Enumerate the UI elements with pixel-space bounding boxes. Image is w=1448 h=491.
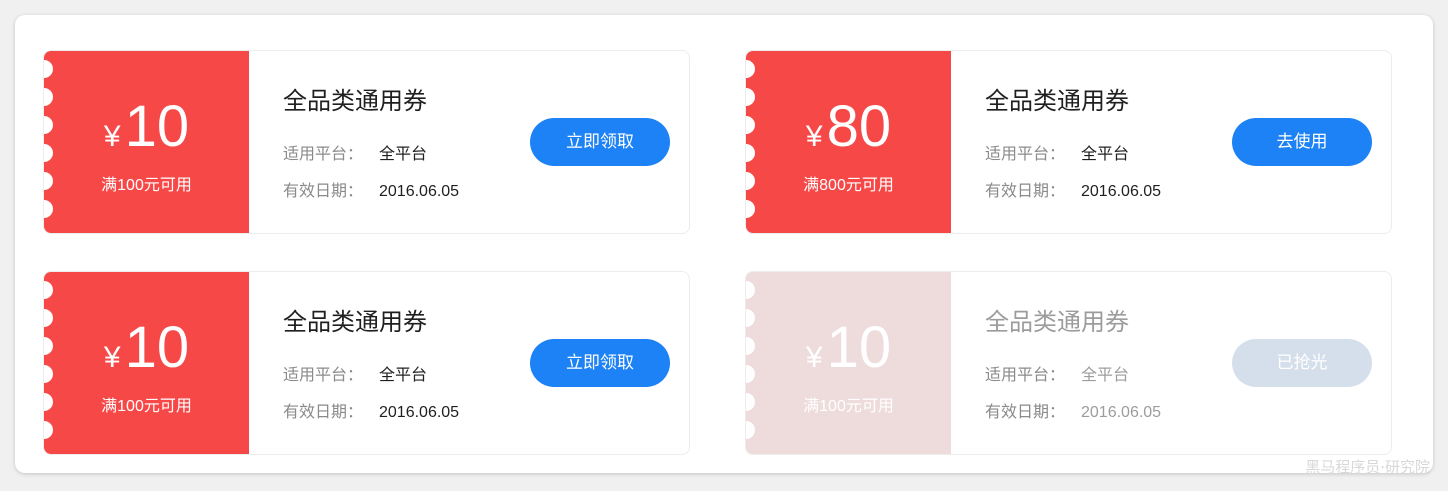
platform-label: 适用平台： bbox=[283, 367, 364, 384]
use-button[interactable]: 去使用 bbox=[1232, 118, 1372, 166]
expiry-row: 有效日期： 2016.06.05 bbox=[985, 398, 1161, 422]
platform-value: 全平台 bbox=[379, 367, 428, 384]
coupon-title: 全品类通用券 bbox=[283, 309, 427, 336]
usage-condition: 满100元可用 bbox=[101, 177, 192, 194]
usage-condition: 满800元可用 bbox=[803, 177, 894, 194]
usage-condition: 满100元可用 bbox=[101, 398, 192, 415]
perforation-notch bbox=[746, 421, 755, 439]
claim-button[interactable]: 立即领取 bbox=[530, 339, 670, 387]
perforation-notch bbox=[44, 60, 53, 78]
currency-symbol: ¥ bbox=[103, 120, 121, 153]
expiry-label: 有效日期： bbox=[283, 183, 364, 200]
coupon-title: 全品类通用券 bbox=[985, 88, 1129, 115]
expiry-value: 2016.06.05 bbox=[1081, 183, 1162, 200]
perforation-notch bbox=[746, 281, 755, 299]
amount-value: 10 bbox=[124, 315, 190, 380]
perforation-notch bbox=[44, 200, 53, 218]
sold-out-button: 已抢光 bbox=[1232, 339, 1372, 387]
platform-row: 适用平台： 全平台 bbox=[283, 361, 427, 385]
coupon-amount: ¥ 10 bbox=[44, 95, 249, 159]
platform-row: 适用平台： 全平台 bbox=[985, 361, 1129, 385]
coupon-title: 全品类通用券 bbox=[985, 309, 1129, 336]
coupon-stub: ¥ 80 满800元可用 bbox=[746, 51, 951, 233]
amount-value: 10 bbox=[124, 94, 190, 159]
coupon-card-sold-out: ¥ 10 满100元可用 全品类通用券 适用平台： 全平台 有效日期： 2016.0… bbox=[745, 271, 1392, 455]
platform-label: 适用平台： bbox=[283, 146, 364, 163]
amount-value: 10 bbox=[826, 315, 892, 380]
platform-value: 全平台 bbox=[1081, 367, 1130, 384]
coupon-amount: ¥ 10 bbox=[44, 316, 249, 380]
claim-button[interactable]: 立即领取 bbox=[530, 118, 670, 166]
watermark: 黑马程序员·研究院 bbox=[1305, 458, 1430, 476]
expiry-value: 2016.06.05 bbox=[1081, 404, 1162, 421]
currency-symbol: ¥ bbox=[103, 341, 121, 374]
expiry-row: 有效日期： 2016.06.05 bbox=[283, 398, 459, 422]
coupon-card: ¥ 10 满100元可用 全品类通用券 适用平台： 全平台 有效日期： 2016.0… bbox=[43, 50, 690, 234]
coupon-stub: ¥ 10 满100元可用 bbox=[44, 272, 249, 454]
perforation-notch bbox=[746, 60, 755, 78]
coupon-card: ¥ 10 满100元可用 全品类通用券 适用平台： 全平台 有效日期： 2016.0… bbox=[43, 271, 690, 455]
perforation-notch bbox=[44, 421, 53, 439]
expiry-value: 2016.06.05 bbox=[379, 183, 460, 200]
expiry-row: 有效日期： 2016.06.05 bbox=[985, 177, 1161, 201]
expiry-value: 2016.06.05 bbox=[379, 404, 460, 421]
expiry-row: 有效日期： 2016.06.05 bbox=[283, 177, 459, 201]
platform-row: 适用平台： 全平台 bbox=[985, 140, 1129, 164]
currency-symbol: ¥ bbox=[805, 120, 823, 153]
coupon-card: ¥ 80 满800元可用 全品类通用券 适用平台： 全平台 有效日期： 2016.0… bbox=[745, 50, 1392, 234]
perforation-notch bbox=[44, 281, 53, 299]
expiry-label: 有效日期： bbox=[283, 404, 364, 421]
coupon-stub: ¥ 10 满100元可用 bbox=[44, 51, 249, 233]
expiry-label: 有效日期： bbox=[985, 183, 1066, 200]
coupon-title: 全品类通用券 bbox=[283, 88, 427, 115]
usage-condition: 满100元可用 bbox=[803, 398, 894, 415]
currency-symbol: ¥ bbox=[805, 341, 823, 374]
perforation-notch bbox=[746, 200, 755, 218]
coupon-stub: ¥ 10 满100元可用 bbox=[746, 272, 951, 454]
platform-value: 全平台 bbox=[379, 146, 428, 163]
amount-value: 80 bbox=[826, 94, 892, 159]
platform-label: 适用平台： bbox=[985, 146, 1066, 163]
coupon-amount: ¥ 10 bbox=[746, 316, 951, 380]
platform-value: 全平台 bbox=[1081, 146, 1130, 163]
platform-row: 适用平台： 全平台 bbox=[283, 140, 427, 164]
platform-label: 适用平台： bbox=[985, 367, 1066, 384]
coupon-amount: ¥ 80 bbox=[746, 95, 951, 159]
expiry-label: 有效日期： bbox=[985, 404, 1066, 421]
